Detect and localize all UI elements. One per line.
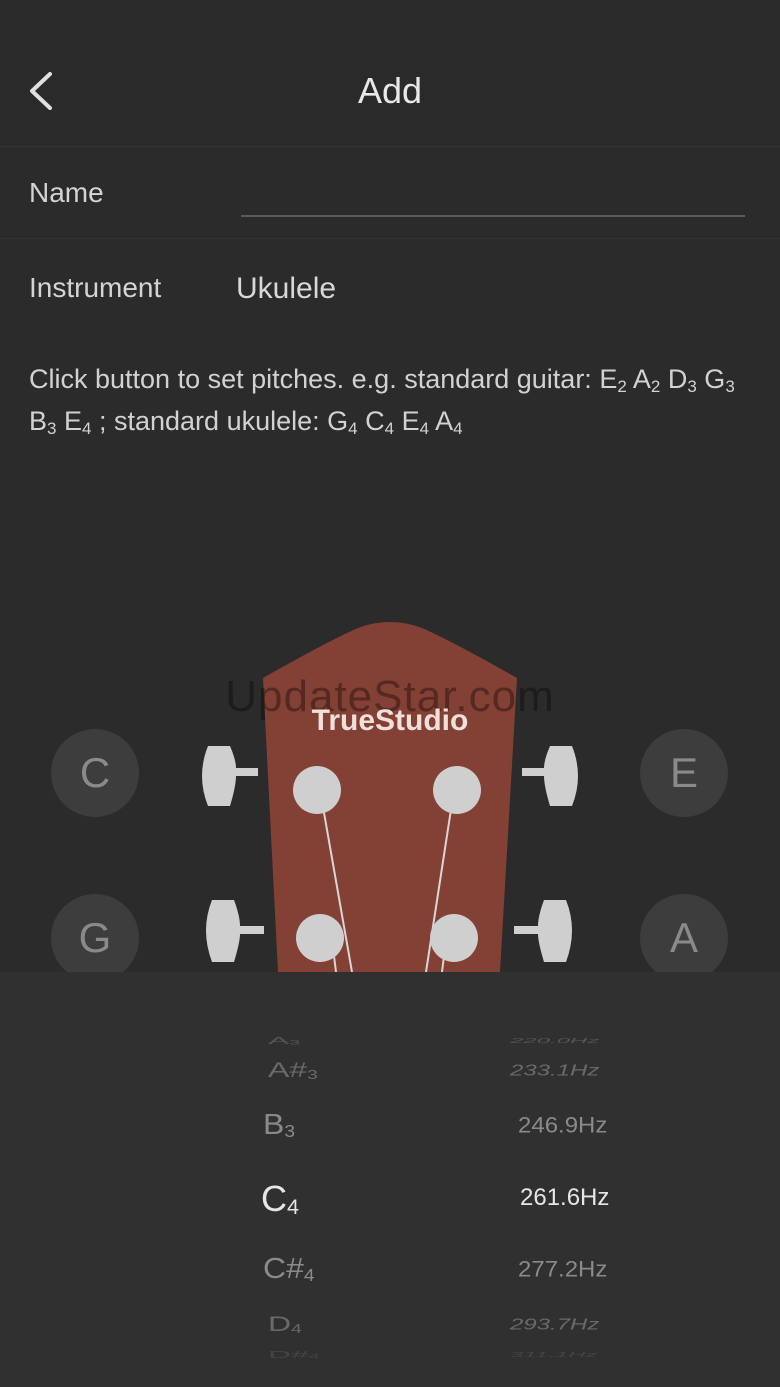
picker-frequency: 233.1Hz xyxy=(510,1061,600,1080)
picker-note-octave: 4 xyxy=(308,1353,320,1361)
string-button-bottom-left[interactable]: G xyxy=(51,894,139,982)
guitar-note-octave: 2 xyxy=(650,377,661,396)
picker-item[interactable]: B3 246.9Hz xyxy=(0,1102,780,1149)
picker-frequency: 277.2Hz xyxy=(518,1257,608,1282)
ukulele-note: A4 xyxy=(435,406,463,438)
string-button-top-left[interactable]: C xyxy=(51,729,139,817)
guitar-note: E2 xyxy=(599,364,627,396)
picker-note: B3 xyxy=(263,1107,296,1142)
picker-note: C#4 xyxy=(263,1251,315,1286)
instrument-row[interactable]: Instrument Ukulele xyxy=(0,238,780,335)
help-separator: ; standard ukulele: xyxy=(91,406,328,436)
picker-note: D#4 xyxy=(268,1348,320,1361)
picker-item[interactable]: D4 293.7Hz xyxy=(0,1308,780,1343)
picker-note-octave: 3 xyxy=(284,1122,296,1142)
picker-note-octave: 4 xyxy=(287,1194,300,1219)
picker-frequency: 220.0Hz xyxy=(510,1036,600,1046)
instrument-label: Instrument xyxy=(29,272,162,303)
guitar-note: E4 xyxy=(64,406,92,438)
string-button-bottom-right[interactable]: A xyxy=(640,894,728,982)
picker-note-octave: 4 xyxy=(303,1266,315,1286)
picker-fade-top xyxy=(0,972,780,1032)
guitar-note: B3 xyxy=(29,406,57,438)
picker-item[interactable]: A#3 233.1Hz xyxy=(0,1054,780,1089)
picker-note-octave: 4 xyxy=(291,1322,302,1337)
picker-frequency: 311.1Hz xyxy=(510,1350,598,1360)
header-bar: Add xyxy=(0,0,780,146)
picker-frequency: 246.9Hz xyxy=(518,1113,608,1138)
guitar-note-octave: 3 xyxy=(687,377,697,396)
picker-frequency: 261.6Hz xyxy=(520,1184,610,1211)
picker-frequency: 293.7Hz xyxy=(510,1315,600,1334)
page-title: Add xyxy=(357,70,423,111)
name-row: Name xyxy=(0,146,780,239)
picker-note: D4 xyxy=(268,1311,302,1337)
guitar-note-octave: 2 xyxy=(617,377,627,396)
help-intro: Click button to set pitches. e.g. standa… xyxy=(29,364,600,394)
picker-item[interactable]: C4 261.6Hz xyxy=(0,1172,780,1224)
picker-note: A#3 xyxy=(268,1057,318,1083)
picker-note: A3 xyxy=(268,1034,301,1047)
ukulele-note-octave: 4 xyxy=(348,419,358,438)
string-button-top-right[interactable]: E xyxy=(640,729,728,817)
guitar-note-octave: 3 xyxy=(725,377,735,396)
ukulele-note: E4 xyxy=(401,406,430,438)
ukulele-notes: G4 C4 E4 A4 xyxy=(327,406,463,438)
guitar-note: A2 xyxy=(632,364,661,396)
ukulele-note: C4 xyxy=(365,406,395,438)
name-label: Name xyxy=(29,177,104,208)
picker-item[interactable]: A3 220.0Hz xyxy=(0,1033,780,1049)
ukulele-note-octave: 4 xyxy=(384,419,395,438)
picker-note-octave: 3 xyxy=(289,1039,301,1047)
guitar-note: G3 xyxy=(704,364,735,396)
picker-item[interactable]: D#4 311.1Hz xyxy=(0,1347,780,1363)
guitar-note: D3 xyxy=(667,364,697,396)
ukulele-note: G4 xyxy=(327,406,358,438)
pitch-picker[interactable]: D#4 311.1Hz D4 293.7Hz C#4 277.2Hz C4 261.6Hz B3… xyxy=(0,972,780,1387)
help-text: Click button to set pitches. e.g. standa… xyxy=(29,362,759,446)
name-input[interactable] xyxy=(241,173,745,217)
ukulele-note-octave: 4 xyxy=(419,419,430,438)
guitar-note-octave: 3 xyxy=(47,419,57,438)
ukulele-note-octave: 4 xyxy=(453,419,463,438)
picker-note-octave: 3 xyxy=(307,1068,318,1083)
app-screen: Add Name Instrument Ukulele Click button… xyxy=(0,0,780,1387)
instrument-value[interactable]: Ukulele xyxy=(236,272,336,306)
picker-note: C4 xyxy=(261,1178,300,1219)
picker-item[interactable]: C#4 277.2Hz xyxy=(0,1246,780,1293)
